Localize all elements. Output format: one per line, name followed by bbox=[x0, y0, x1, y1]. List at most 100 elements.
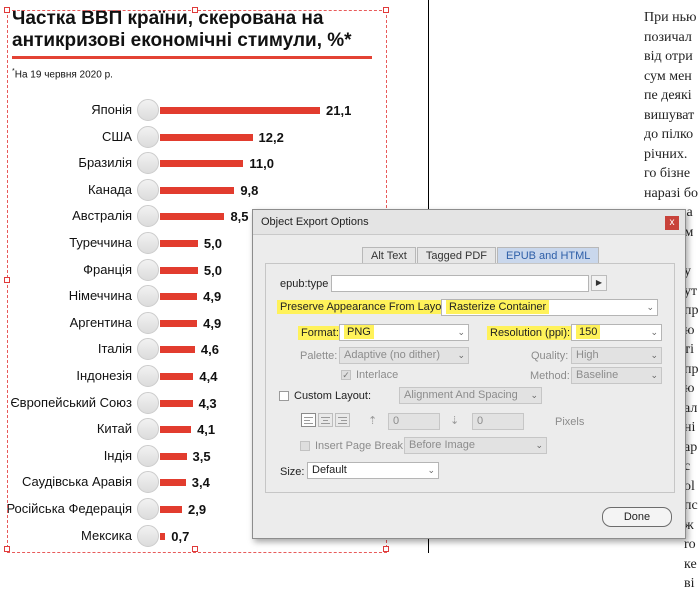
done-button[interactable]: Done bbox=[602, 507, 672, 527]
body-text-line: ні bbox=[684, 420, 696, 435]
preserve-appearance-label: Preserve Appearance From Layout: bbox=[277, 300, 457, 314]
frame-handle-top-center[interactable] bbox=[192, 7, 198, 13]
body-text-line: ві bbox=[684, 576, 695, 591]
align-left-icon[interactable] bbox=[301, 413, 316, 427]
custom-layout-label: Custom Layout: bbox=[294, 390, 372, 402]
chevron-down-icon: ⌄ bbox=[427, 465, 435, 475]
format-select[interactable]: PNG ⌄ bbox=[339, 324, 469, 341]
body-text-line: пр bbox=[684, 303, 699, 318]
space-before-icon: ⇡ bbox=[368, 415, 378, 427]
space-before-input[interactable]: 0 bbox=[388, 413, 440, 430]
interlace-checkbox[interactable]: ✓ bbox=[341, 370, 351, 380]
frame-handle-bottom-left[interactable] bbox=[4, 546, 10, 552]
frame-handle-top-left[interactable] bbox=[4, 7, 10, 13]
preserve-appearance-select[interactable]: Rasterize Container ⌄ bbox=[441, 299, 658, 316]
custom-layout-select[interactable]: Alignment And Spacing ⌄ bbox=[399, 387, 542, 404]
body-text-line: наразі бо bbox=[644, 185, 698, 201]
custom-layout-value: Alignment And Spacing bbox=[404, 389, 518, 401]
space-after-icon: ⇣ bbox=[450, 415, 460, 427]
resolution-select[interactable]: 150 ⌄ bbox=[571, 324, 662, 341]
body-text-line: ке bbox=[684, 556, 697, 572]
body-text-line: позичал bbox=[644, 29, 692, 45]
body-text-line: ут bbox=[684, 283, 698, 299]
chevron-down-icon: ⌄ bbox=[457, 350, 465, 360]
body-text-column-2: у ут пр ю ті пр ю ал ні ар с ol пс ж ro ке ві bbox=[684, 262, 700, 594]
close-button[interactable]: x bbox=[665, 216, 679, 230]
body-text-line: ю bbox=[684, 322, 695, 338]
object-export-options-dialog: Object Export Options x Alt Text Tagged … bbox=[252, 209, 686, 539]
chevron-down-icon: ⌄ bbox=[457, 327, 465, 337]
chevron-down-icon: ⌄ bbox=[646, 302, 654, 312]
dialog-title: Object Export Options bbox=[261, 216, 369, 228]
body-text-line: ал bbox=[684, 400, 698, 416]
body-text-line: до пілко bbox=[644, 127, 694, 142]
custom-layout-checkbox[interactable] bbox=[279, 391, 289, 401]
tab-bar: Alt Text Tagged PDF EPUB and HTML bbox=[362, 247, 600, 264]
tab-tagged-pdf[interactable]: Tagged PDF bbox=[416, 247, 497, 264]
epub-type-input[interactable] bbox=[331, 275, 589, 292]
frame-handle-middle-left[interactable] bbox=[4, 277, 10, 283]
space-after-value: 0 bbox=[477, 415, 484, 427]
frame-handle-top-right[interactable] bbox=[383, 7, 389, 13]
tab-alt-text[interactable]: Alt Text bbox=[362, 247, 416, 264]
page-break-value: Before Image bbox=[409, 439, 476, 451]
quality-label: Quality: bbox=[531, 350, 569, 362]
body-text-line: пр bbox=[684, 361, 699, 377]
frame-handle-bottom-center[interactable] bbox=[192, 546, 198, 552]
chevron-down-icon: ⌄ bbox=[650, 350, 658, 360]
space-after-input[interactable]: 0 bbox=[472, 413, 524, 430]
body-text-line: у bbox=[684, 264, 691, 279]
chevron-down-icon: ⌄ bbox=[530, 390, 538, 400]
format-label-text: Format: bbox=[298, 326, 342, 340]
method-label: Method: bbox=[530, 370, 570, 382]
align-right-icon[interactable] bbox=[335, 413, 350, 427]
tab-epub-and-html[interactable]: EPUB and HTML bbox=[497, 247, 600, 264]
resolution-value: 150 bbox=[576, 325, 601, 339]
body-text-line: с bbox=[684, 459, 691, 474]
epub-type-label: epub:type bbox=[280, 278, 329, 290]
pixels-label: Pixels bbox=[555, 416, 585, 428]
body-text-line: пе деякі bbox=[644, 88, 692, 103]
quality-value: High bbox=[576, 349, 599, 361]
format-label: Format: bbox=[298, 326, 342, 340]
body-text-line: ар bbox=[684, 439, 698, 455]
page-break-select[interactable]: Before Image ⌄ bbox=[404, 437, 547, 454]
resolution-label: Resolution (ppi): bbox=[487, 326, 574, 340]
palette-value: Adaptive (no dither) bbox=[344, 349, 440, 361]
body-text-line: від отри bbox=[644, 49, 693, 64]
preserve-appearance-label-text: Preserve Appearance From Layout: bbox=[277, 300, 457, 314]
body-text-line: При нью bbox=[644, 10, 697, 25]
preserve-appearance-value: Rasterize Container bbox=[446, 300, 550, 314]
align-center-icon[interactable] bbox=[318, 413, 333, 427]
format-value: PNG bbox=[344, 325, 374, 339]
body-text-line: ol bbox=[684, 478, 695, 494]
body-text-line: ro bbox=[684, 537, 696, 552]
layout-canvas: Частка ВВП країни, скерована на антикриз… bbox=[0, 0, 700, 591]
chevron-down-icon: ⌄ bbox=[650, 327, 658, 337]
body-text-line: ж bbox=[684, 517, 694, 533]
body-text-line: ті bbox=[684, 342, 695, 357]
interlace-label: Interlace bbox=[356, 369, 399, 381]
dialog-titlebar[interactable]: Object Export Options x bbox=[253, 210, 685, 235]
size-value: Default bbox=[312, 464, 347, 476]
body-text-line: річних. bbox=[644, 146, 688, 162]
method-select[interactable]: Baseline ⌄ bbox=[571, 367, 662, 384]
chevron-down-icon: ⌄ bbox=[650, 370, 658, 380]
size-label: Size: bbox=[280, 466, 305, 478]
chevron-down-icon: ⌄ bbox=[535, 440, 543, 450]
body-text-line: сум мен bbox=[644, 68, 692, 84]
palette-select[interactable]: Adaptive (no dither) ⌄ bbox=[339, 347, 469, 364]
space-before-value: 0 bbox=[393, 415, 400, 427]
palette-label: Palette: bbox=[300, 350, 338, 362]
body-text-line: вишуват bbox=[644, 107, 695, 123]
epub-type-arrow-icon[interactable]: ▶ bbox=[591, 275, 607, 291]
page-break-label: Insert Page Break: bbox=[315, 440, 407, 452]
body-text-line: го бізне bbox=[644, 166, 691, 181]
quality-select[interactable]: High ⌄ bbox=[571, 347, 662, 364]
page-break-checkbox[interactable] bbox=[300, 441, 310, 451]
body-text-line: пс bbox=[684, 498, 698, 513]
method-value: Baseline bbox=[576, 369, 619, 381]
size-select[interactable]: Default ⌄ bbox=[307, 462, 439, 479]
frame-handle-bottom-right[interactable] bbox=[383, 546, 389, 552]
resolution-label-text: Resolution (ppi): bbox=[487, 326, 574, 340]
